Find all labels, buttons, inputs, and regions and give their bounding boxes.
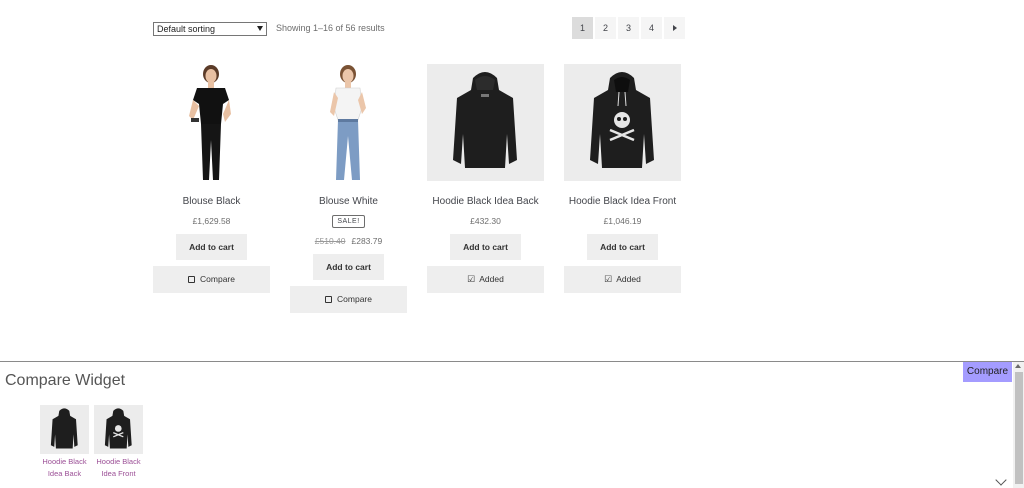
chevron-down-icon xyxy=(257,26,263,31)
sale-badge: SALE! xyxy=(332,215,365,228)
product-price: £1,046.19 xyxy=(603,216,642,226)
compare-widget-item[interactable]: Hoodie Black Idea Back xyxy=(40,405,89,480)
woman-white-blouse-image xyxy=(330,65,366,180)
compare-button-label: Compare xyxy=(200,274,235,284)
compare-widget-title: Compare Widget xyxy=(5,372,126,389)
compare-toggle-button[interactable]: Compare xyxy=(963,362,1012,382)
product-card: Hoodie Black Idea Front £1,046.19 Add to… xyxy=(564,64,681,293)
compare-button-label: Compare xyxy=(337,294,372,304)
original-price: £510.40 xyxy=(314,236,346,246)
add-to-cart-button[interactable]: Add to cart xyxy=(313,254,384,280)
compare-item-image[interactable] xyxy=(40,405,89,454)
result-count: Showing 1–16 of 56 results xyxy=(276,23,385,33)
product-image[interactable] xyxy=(427,64,544,181)
product-card: Blouse Black £1,629.58 Add to cart Compa… xyxy=(153,64,270,293)
product-price: £432.30 xyxy=(470,216,501,226)
compare-item-label-line2: Idea Back xyxy=(47,469,82,478)
compare-button[interactable]: ☑ Added xyxy=(427,266,544,293)
product-card: Hoodie Black Idea Back £432.30 Add to ca… xyxy=(427,64,544,293)
product-image[interactable] xyxy=(290,64,407,181)
chevron-down-icon[interactable] xyxy=(995,474,1007,486)
sort-select-value: Default sorting xyxy=(157,24,216,34)
product-image[interactable] xyxy=(564,64,681,181)
checkbox-checked-icon: ☑ xyxy=(604,274,613,284)
compare-item-label-line1: Hoodie Black xyxy=(96,457,141,466)
compare-item-label-line2: Idea Front xyxy=(101,469,136,478)
checkbox-empty-icon xyxy=(325,296,333,303)
compare-button[interactable]: Compare xyxy=(153,266,270,293)
pagination: 1 2 3 4 xyxy=(572,17,685,39)
arrow-right-icon xyxy=(672,25,677,31)
checkbox-checked-icon: ☑ xyxy=(467,274,476,284)
compare-button-label: Added xyxy=(616,274,641,284)
checkbox-empty-icon xyxy=(188,276,196,283)
hoodie-back-image xyxy=(453,72,517,168)
product-title[interactable]: Blouse White xyxy=(290,196,407,208)
page-3-button[interactable]: 3 xyxy=(618,17,639,39)
product-grid: Blouse Black £1,629.58 Add to cart Compa… xyxy=(153,64,683,326)
hoodie-front-image xyxy=(590,72,654,168)
hoodie-back-thumb xyxy=(50,408,78,449)
product-title[interactable]: Blouse Black xyxy=(153,196,270,208)
product-title[interactable]: Hoodie Black Idea Back xyxy=(427,196,544,208)
compare-item-image[interactable] xyxy=(94,405,143,454)
add-to-cart-button[interactable]: Add to cart xyxy=(450,234,521,260)
product-price: £1,629.58 xyxy=(192,216,231,226)
scroll-up-arrow-icon[interactable] xyxy=(1015,364,1021,368)
sort-select[interactable]: Default sorting xyxy=(153,22,267,36)
add-to-cart-button[interactable]: Add to cart xyxy=(587,234,658,260)
compare-item-link[interactable]: Hoodie Black Idea Front xyxy=(94,456,143,480)
compare-panel-divider xyxy=(0,361,1024,362)
product-card: Blouse White SALE! £510.40 £283.79 Add to… xyxy=(290,64,407,313)
compare-item-label-line1: Hoodie Black xyxy=(42,457,87,466)
page-2-button[interactable]: 2 xyxy=(595,17,616,39)
woman-black-blouse-image xyxy=(189,65,231,180)
product-image[interactable] xyxy=(153,64,270,181)
compare-item-link[interactable]: Hoodie Black Idea Back xyxy=(40,456,89,480)
next-page-button[interactable] xyxy=(664,17,685,39)
product-title[interactable]: Hoodie Black Idea Front xyxy=(564,196,681,208)
compare-button[interactable]: ☑ Added xyxy=(564,266,681,293)
add-to-cart-button[interactable]: Add to cart xyxy=(176,234,247,260)
product-price: £510.40 £283.79 xyxy=(290,236,407,246)
page-1-button[interactable]: 1 xyxy=(572,17,593,39)
hoodie-front-thumb xyxy=(104,408,132,449)
compare-button-label: Added xyxy=(479,274,504,284)
shop-toolbar: Default sorting Showing 1–16 of 56 resul… xyxy=(153,17,685,39)
compare-widget-item[interactable]: Hoodie Black Idea Front xyxy=(94,405,143,480)
sale-price: £283.79 xyxy=(351,236,383,246)
compare-button[interactable]: Compare xyxy=(290,286,407,313)
scrollbar-thumb[interactable] xyxy=(1015,372,1023,484)
page-4-button[interactable]: 4 xyxy=(641,17,662,39)
